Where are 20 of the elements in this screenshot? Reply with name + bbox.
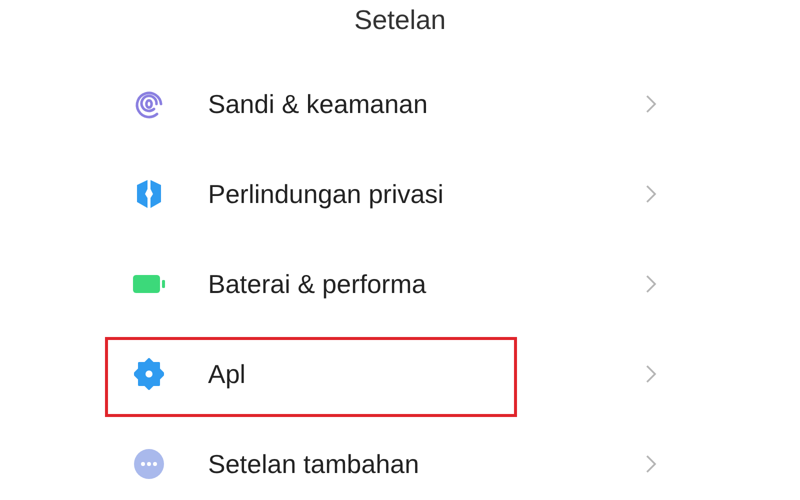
chevron-icon (645, 94, 657, 114)
more-icon (133, 448, 165, 480)
settings-item[interactable]: Sandi & keamanan (105, 59, 665, 149)
settings-item[interactable]: Setelan tambahan (105, 419, 665, 500)
settings-icon (133, 358, 165, 390)
chevron-icon (645, 364, 657, 384)
item-label: Perlindungan privasi (208, 178, 445, 210)
item-label: Sandi & keamanan (208, 88, 429, 120)
chevron-icon (645, 454, 657, 474)
item-label: Apl (208, 358, 247, 390)
chevron-icon (645, 184, 657, 204)
item-label: Setelan tambahan (208, 448, 420, 480)
item-label: Baterai & performa (208, 268, 428, 300)
settings-item[interactable]: Apl (105, 329, 665, 419)
battery-icon (132, 273, 166, 295)
page-title: Setelan (354, 4, 446, 37)
settings-item[interactable]: Baterai & performa (105, 239, 665, 329)
chevron-icon (645, 274, 657, 294)
settings-item[interactable]: Perlindungan privasi (105, 149, 665, 239)
shield-icon (134, 178, 164, 210)
